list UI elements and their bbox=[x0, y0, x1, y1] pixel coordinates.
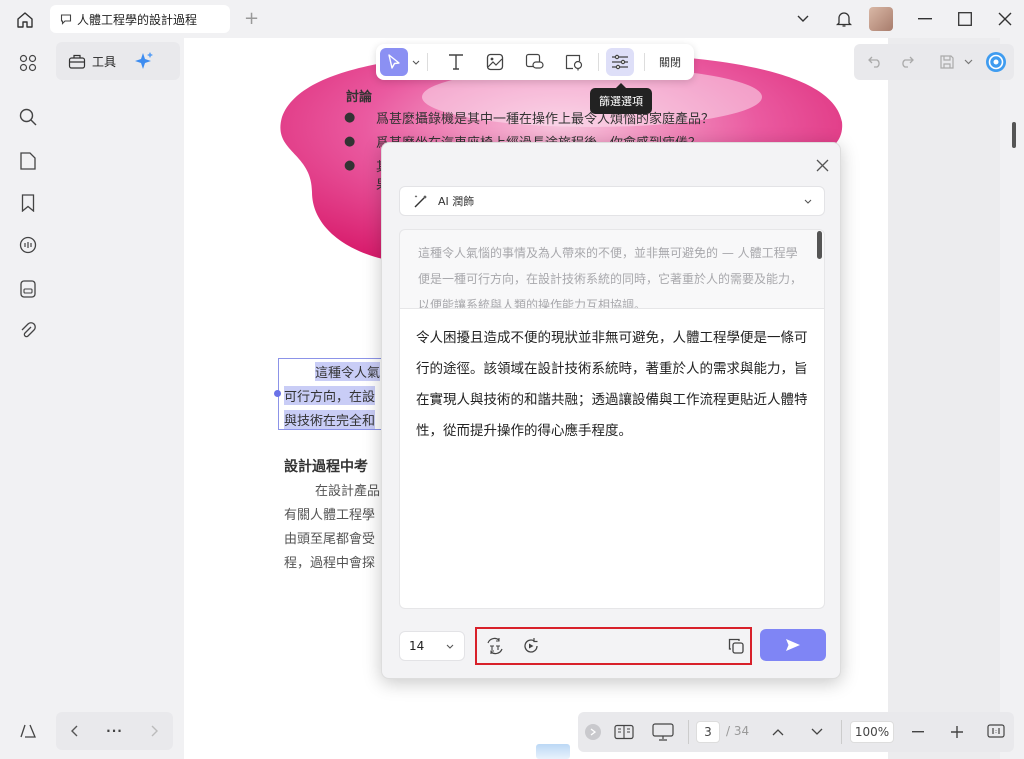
magic-wand-icon bbox=[414, 195, 427, 208]
heading-discussion: 討論 bbox=[346, 90, 373, 105]
comment-icon bbox=[60, 14, 72, 25]
current-page-input[interactable]: 3 bbox=[696, 721, 720, 743]
selection-handle[interactable] bbox=[274, 390, 281, 397]
left-panel-empty bbox=[56, 86, 184, 706]
bell-icon[interactable] bbox=[834, 8, 854, 30]
link-tool-button[interactable] bbox=[521, 48, 549, 76]
left-rail bbox=[0, 38, 56, 759]
new-tab-button[interactable]: + bbox=[244, 8, 259, 29]
zoom-in-icon[interactable] bbox=[949, 724, 965, 740]
right-controls bbox=[854, 44, 1014, 80]
paperclip-icon[interactable] bbox=[17, 320, 39, 342]
divider bbox=[688, 720, 689, 744]
page-thumbnail-icon[interactable] bbox=[17, 150, 39, 172]
apps-grid-icon[interactable] bbox=[17, 52, 39, 74]
bookmark-icon[interactable] bbox=[17, 192, 39, 214]
minimize-button[interactable] bbox=[916, 10, 934, 28]
avatar[interactable] bbox=[869, 7, 893, 31]
title-bar: 人體工程學的設計過程 + bbox=[0, 0, 1024, 38]
chevron-right-icon[interactable] bbox=[151, 725, 159, 737]
bullet-dot: ● bbox=[344, 158, 356, 173]
original-text: 這種令人氣惱的事情及為人帶來的不便，並非無可避免的 — 人體工程學便是一種可行方… bbox=[399, 229, 825, 309]
attachment-page-icon[interactable] bbox=[17, 278, 39, 300]
document-tab[interactable]: 人體工程學的設計過程 bbox=[50, 5, 230, 33]
original-text-scrollbar[interactable] bbox=[817, 231, 822, 259]
select-tool-button[interactable] bbox=[380, 48, 408, 76]
divider bbox=[427, 53, 428, 71]
text-tool-button[interactable] bbox=[442, 48, 470, 76]
para-line-3: 由頭至尾都會受 bbox=[284, 532, 376, 547]
ai-assistant-icon[interactable] bbox=[984, 50, 1008, 74]
filter-options-button[interactable] bbox=[606, 48, 634, 76]
ai-sparkle-icon[interactable] bbox=[134, 51, 154, 71]
maximize-button[interactable] bbox=[956, 10, 974, 28]
send-icon bbox=[786, 639, 800, 651]
search-icon[interactable] bbox=[17, 106, 39, 128]
chevron-down-icon[interactable] bbox=[794, 10, 812, 28]
bullet-dot: ● bbox=[344, 110, 356, 125]
selected-line-3: 與技術在完全和 bbox=[284, 410, 376, 429]
selected-line-2: 可行方向，在設 bbox=[284, 386, 376, 405]
font-size-value: 14 bbox=[409, 639, 425, 653]
actual-size-icon[interactable] bbox=[986, 722, 1006, 740]
ai-mode-label: AI 潤飾 bbox=[438, 195, 475, 208]
filter-options-tooltip: 篩選選項 bbox=[590, 83, 652, 114]
redo-icon[interactable] bbox=[898, 53, 916, 71]
polished-result-text: 令人困擾且造成不便的現狀並非無可避免，人體工程學便是一條可行的途徑。該領域在設計… bbox=[399, 309, 825, 609]
para-line-4: 程，過程中會探 bbox=[284, 556, 376, 571]
chevron-left-icon[interactable] bbox=[70, 725, 78, 737]
divider bbox=[841, 720, 842, 744]
collapse-icon[interactable] bbox=[585, 724, 601, 740]
sidebar-collapse-icon[interactable] bbox=[17, 720, 39, 742]
tab-title: 人體工程學的設計過程 bbox=[77, 12, 198, 27]
close-toolbar-button[interactable]: 關閉 bbox=[652, 50, 688, 74]
section-title: 設計過程中考 bbox=[284, 459, 368, 475]
page-graphic-fragment bbox=[536, 744, 570, 759]
chevron-down-icon bbox=[804, 199, 812, 204]
close-icon[interactable] bbox=[812, 155, 832, 175]
comment-panel-icon[interactable] bbox=[17, 234, 39, 256]
para-line-1: 在設計產品 bbox=[315, 484, 381, 499]
page-total: / 34 bbox=[726, 724, 750, 738]
divider bbox=[644, 53, 645, 71]
stamp-tool-button[interactable] bbox=[560, 48, 588, 76]
page-controls-bar: 3 / 34 100% bbox=[578, 712, 1014, 752]
floating-toolbar: 關閉 bbox=[376, 44, 694, 80]
scrollbar-thumb[interactable] bbox=[1012, 122, 1016, 148]
tools-panel[interactable]: 工具 bbox=[56, 42, 180, 80]
toolbox-icon bbox=[68, 54, 86, 69]
bullet-1: 爲甚麼攝錄機是其中一種在操作上最令人煩惱的家庭產品？ bbox=[376, 112, 715, 127]
bullet-dot: ● bbox=[344, 134, 356, 149]
chevron-down-icon bbox=[446, 644, 454, 649]
selected-line-1: 這種令人氣 bbox=[315, 362, 381, 381]
close-window-button[interactable] bbox=[996, 10, 1014, 28]
undo-icon[interactable] bbox=[866, 53, 884, 71]
next-page-icon[interactable] bbox=[809, 724, 825, 740]
home-icon[interactable] bbox=[14, 9, 36, 31]
zoom-out-icon[interactable] bbox=[910, 724, 926, 740]
result-actions-bar bbox=[475, 627, 752, 665]
copy-icon[interactable] bbox=[726, 636, 746, 656]
font-size-select[interactable]: 14 bbox=[399, 631, 465, 661]
send-button[interactable] bbox=[760, 629, 826, 661]
ai-polish-dialog: AI 潤飾 這種令人氣惱的事情及為人帶來的不便，並非無可避免的 — 人體工程學便… bbox=[381, 142, 841, 679]
translate-icon[interactable] bbox=[485, 636, 505, 656]
chevron-down-icon[interactable] bbox=[411, 58, 421, 66]
image-tool-button[interactable] bbox=[481, 48, 509, 76]
divider bbox=[598, 53, 599, 71]
more-button[interactable]: ··· bbox=[106, 724, 123, 738]
prev-page-icon[interactable] bbox=[770, 724, 786, 740]
zoom-level-input[interactable]: 100% bbox=[850, 721, 894, 743]
regenerate-icon[interactable] bbox=[521, 636, 541, 656]
save-icon[interactable] bbox=[938, 53, 956, 71]
presentation-icon[interactable] bbox=[652, 722, 674, 742]
ai-mode-dropdown[interactable]: AI 潤飾 bbox=[399, 186, 825, 216]
reading-mode-icon[interactable] bbox=[613, 722, 635, 742]
chevron-down-icon[interactable] bbox=[962, 55, 974, 69]
tools-label: 工具 bbox=[92, 54, 117, 69]
para-line-2: 有關人體工程學 bbox=[284, 508, 376, 523]
page-nav-bar: ··· bbox=[56, 712, 173, 750]
